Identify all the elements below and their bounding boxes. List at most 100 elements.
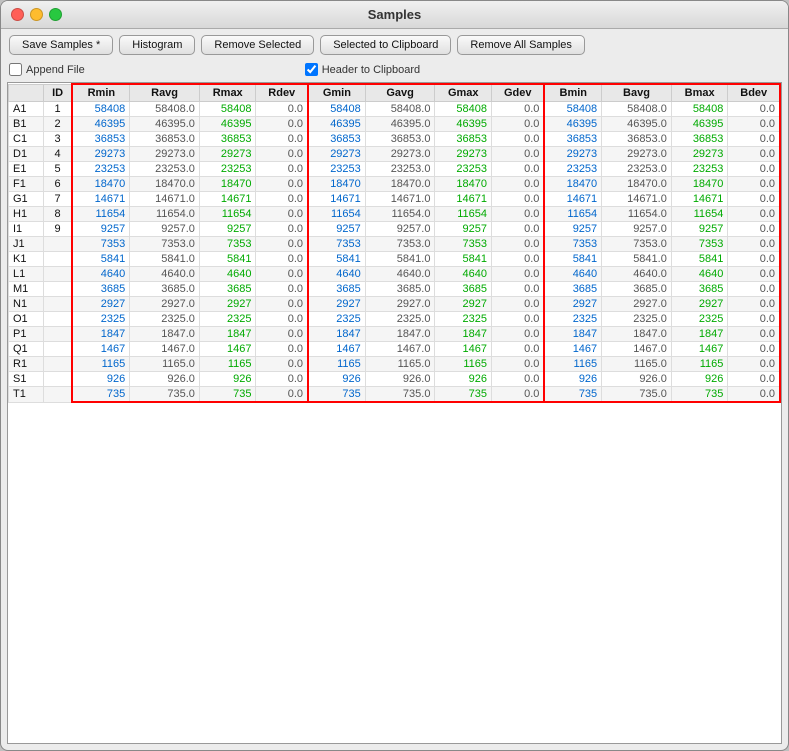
col-bmax: Bmax [671, 84, 728, 102]
cell-bmin: 58408 [544, 102, 601, 117]
table-row[interactable]: T1735735.07350.0735735.07350.0735735.073… [9, 387, 781, 403]
cell-gmax: 58408 [435, 102, 492, 117]
cell-rmin: 1847 [72, 327, 129, 342]
cell-gmin: 58408 [308, 102, 365, 117]
cell-ravg: 14671.0 [130, 192, 200, 207]
table-row[interactable]: K158415841.058410.058415841.058410.05841… [9, 252, 781, 267]
cell-bmin: 5841 [544, 252, 601, 267]
cell-rmax: 3685 [199, 282, 256, 297]
cell-bmax: 18470 [671, 177, 728, 192]
cell-gmin: 14671 [308, 192, 365, 207]
table-row[interactable]: E152325323253.0232530.02325323253.023253… [9, 162, 781, 177]
table-row[interactable]: I1992579257.092570.092579257.092570.0925… [9, 222, 781, 237]
cell-gmin: 2927 [308, 297, 365, 312]
cell-id [43, 342, 72, 357]
remove-selected-button[interactable]: Remove Selected [201, 35, 314, 55]
table-row[interactable]: N129272927.029270.029272927.029270.02927… [9, 297, 781, 312]
remove-all-samples-button[interactable]: Remove All Samples [457, 35, 585, 55]
cell-gmax: 926 [435, 372, 492, 387]
cell-gdev: 0.0 [492, 267, 545, 282]
cell-bavg: 29273.0 [602, 147, 672, 162]
table-row[interactable]: P118471847.018470.018471847.018470.01847… [9, 327, 781, 342]
cell-gmax: 2325 [435, 312, 492, 327]
table-row[interactable]: G171467114671.0146710.01467114671.014671… [9, 192, 781, 207]
cell-ravg: 3685.0 [130, 282, 200, 297]
table-row[interactable]: L146404640.046400.046404640.046400.04640… [9, 267, 781, 282]
cell-gmax: 1847 [435, 327, 492, 342]
titlebar: Samples [1, 1, 788, 29]
table-row[interactable]: J173537353.073530.073537353.073530.07353… [9, 237, 781, 252]
cell-gdev: 0.0 [492, 237, 545, 252]
cell-bmax: 3685 [671, 282, 728, 297]
col-id: ID [43, 84, 72, 102]
cell-ravg: 46395.0 [130, 117, 200, 132]
table-row[interactable]: B124639546395.0463950.04639546395.046395… [9, 117, 781, 132]
table-row[interactable]: R111651165.011650.011651165.011650.01165… [9, 357, 781, 372]
table-row[interactable]: M136853685.036850.036853685.036850.03685… [9, 282, 781, 297]
cell-bdev: 0.0 [728, 132, 780, 147]
cell-gdev: 0.0 [492, 327, 545, 342]
cell-rdev: 0.0 [256, 342, 308, 357]
cell-rmax: 735 [199, 387, 256, 403]
close-button[interactable] [11, 8, 24, 21]
cell-rmax: 58408 [199, 102, 256, 117]
cell-rmax: 36853 [199, 132, 256, 147]
cell-label: Q1 [9, 342, 44, 357]
table-row[interactable]: O123252325.023250.023252325.023250.02325… [9, 312, 781, 327]
maximize-button[interactable] [49, 8, 62, 21]
append-file-checkbox[interactable] [9, 63, 22, 76]
header-to-clipboard-checkbox[interactable] [305, 63, 318, 76]
cell-rdev: 0.0 [256, 177, 308, 192]
cell-label: M1 [9, 282, 44, 297]
col-rmax: Rmax [199, 84, 256, 102]
window-title: Samples [368, 7, 421, 22]
table-row[interactable]: A115840858408.0584080.05840858408.058408… [9, 102, 781, 117]
cell-rmin: 4640 [72, 267, 129, 282]
header-to-clipboard-option[interactable]: Header to Clipboard [305, 63, 420, 76]
cell-gavg: 58408.0 [365, 102, 435, 117]
cell-rmin: 1165 [72, 357, 129, 372]
cell-rdev: 0.0 [256, 192, 308, 207]
cell-gavg: 3685.0 [365, 282, 435, 297]
col-gavg: Gavg [365, 84, 435, 102]
append-file-option[interactable]: Append File [9, 63, 85, 76]
cell-gmin: 1847 [308, 327, 365, 342]
cell-bdev: 0.0 [728, 282, 780, 297]
cell-rmin: 23253 [72, 162, 129, 177]
cell-gavg: 7353.0 [365, 237, 435, 252]
cell-bmax: 2927 [671, 297, 728, 312]
col-gdev: Gdev [492, 84, 545, 102]
cell-id [43, 252, 72, 267]
cell-bmax: 29273 [671, 147, 728, 162]
cell-ravg: 11654.0 [130, 207, 200, 222]
table-row[interactable]: C133685336853.0368530.03685336853.036853… [9, 132, 781, 147]
cell-id [43, 237, 72, 252]
col-bdev: Bdev [728, 84, 780, 102]
cell-bdev: 0.0 [728, 237, 780, 252]
table-row[interactable]: Q114671467.014670.014671467.014670.01467… [9, 342, 781, 357]
col-bmin: Bmin [544, 84, 601, 102]
table-row[interactable]: F161847018470.0184700.01847018470.018470… [9, 177, 781, 192]
minimize-button[interactable] [30, 8, 43, 21]
cell-id: 3 [43, 132, 72, 147]
selected-to-clipboard-button[interactable]: Selected to Clipboard [320, 35, 451, 55]
cell-bdev: 0.0 [728, 387, 780, 403]
cell-rmin: 14671 [72, 192, 129, 207]
cell-label: O1 [9, 312, 44, 327]
save-samples-button[interactable]: Save Samples * [9, 35, 113, 55]
cell-rmin: 18470 [72, 177, 129, 192]
table-row[interactable]: H181165411654.0116540.01165411654.011654… [9, 207, 781, 222]
cell-ravg: 58408.0 [130, 102, 200, 117]
cell-bmin: 735 [544, 387, 601, 403]
cell-rmax: 1847 [199, 327, 256, 342]
cell-bmax: 2325 [671, 312, 728, 327]
cell-bmax: 36853 [671, 132, 728, 147]
cell-bmax: 7353 [671, 237, 728, 252]
data-table-container[interactable]: ID Rmin Ravg Rmax Rdev Gmin Gavg Gmax Gd… [7, 82, 782, 744]
histogram-button[interactable]: Histogram [119, 35, 195, 55]
options-bar: Append File Header to Clipboard [1, 61, 788, 82]
table-row[interactable]: S1926926.09260.0926926.09260.0926926.092… [9, 372, 781, 387]
cell-bavg: 735.0 [602, 387, 672, 403]
cell-rmax: 18470 [199, 177, 256, 192]
table-row[interactable]: D142927329273.0292730.02927329273.029273… [9, 147, 781, 162]
